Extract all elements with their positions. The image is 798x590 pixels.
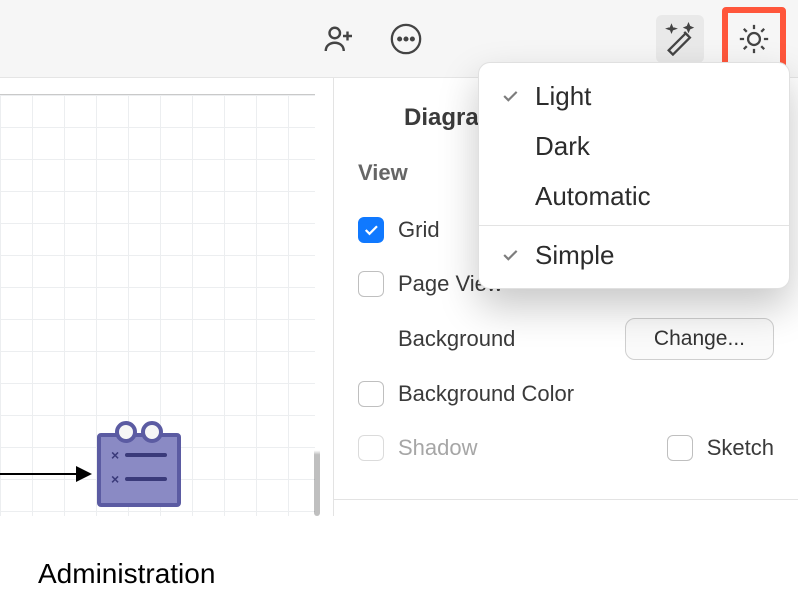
appearance-option-dark[interactable]: Dark (479, 121, 789, 171)
background-label: Background (398, 326, 515, 352)
change-background-button[interactable]: Change... (625, 318, 774, 360)
edge-arrow[interactable] (0, 473, 90, 475)
sketch-label: Sketch (707, 435, 774, 461)
appearance-option-label: Automatic (535, 181, 651, 212)
person-add-icon (322, 21, 358, 57)
appearance-option-label: Simple (535, 240, 614, 271)
page-view-checkbox[interactable] (358, 271, 384, 297)
brightness-icon (737, 22, 771, 56)
shadow-sketch-row: Shadow Sketch (358, 428, 774, 468)
check-icon (499, 245, 521, 265)
shadow-label: Shadow (398, 435, 478, 461)
node-label[interactable]: Administration (38, 558, 215, 590)
background-color-checkbox[interactable] (358, 381, 384, 407)
appearance-option-automatic[interactable]: Automatic (479, 171, 789, 221)
shadow-checkbox[interactable] (358, 435, 384, 461)
appearance-option-light[interactable]: Light (479, 71, 789, 121)
share-button[interactable] (316, 15, 364, 63)
panel-divider (334, 499, 798, 500)
magic-wand-icon (663, 22, 697, 56)
appearance-menu: Light Dark Automatic Simple (478, 62, 790, 289)
appearance-option-label: Light (535, 81, 591, 112)
background-color-row: Background Color (358, 374, 774, 414)
background-row: Background Change... (398, 318, 774, 360)
grid-checkbox[interactable] (358, 217, 384, 243)
appearance-button-highlight (722, 7, 786, 71)
more-button[interactable] (382, 15, 430, 63)
sketch-checkbox[interactable] (667, 435, 693, 461)
background-color-label: Background Color (398, 381, 574, 407)
appearance-button[interactable] (730, 15, 778, 63)
node-administration[interactable]: × × (97, 433, 181, 507)
grid-label: Grid (398, 217, 440, 243)
menu-separator (479, 225, 789, 226)
more-icon (389, 22, 423, 56)
appearance-option-label: Dark (535, 131, 590, 162)
check-icon (499, 86, 521, 106)
canvas-area[interactable]: × × Administration (0, 78, 333, 516)
appearance-option-simple[interactable]: Simple (479, 230, 789, 280)
canvas-scrollbar[interactable] (314, 78, 320, 516)
magic-wand-button[interactable] (656, 15, 704, 63)
